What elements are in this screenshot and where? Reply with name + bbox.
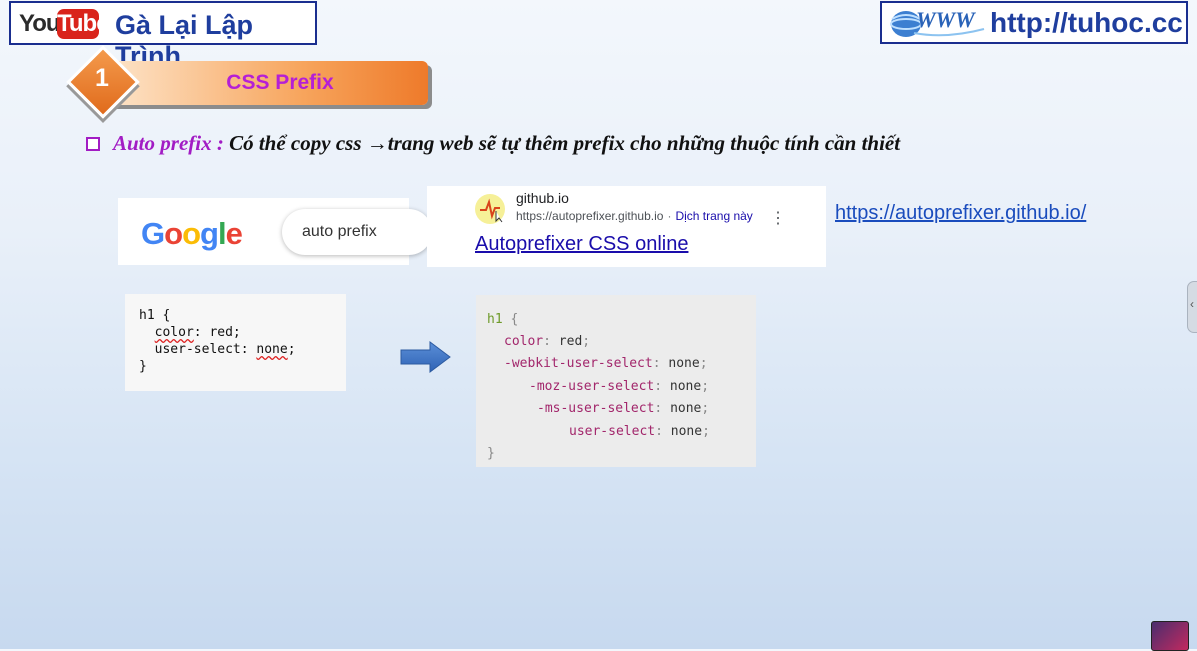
code-prop: color <box>504 334 544 349</box>
svg-text:WWW: WWW <box>916 7 976 32</box>
google-logo-letter: o <box>182 216 201 251</box>
bullet-text-part2: trang web sẽ tự thêm prefix cho những th… <box>387 131 901 155</box>
youtube-logo-tube: Tube <box>57 9 110 39</box>
code-value: none <box>256 342 288 357</box>
google-logo-letter: e <box>225 216 243 251</box>
code-prop: -moz-user-select <box>529 379 655 394</box>
google-logo-letter: G <box>141 216 165 251</box>
site-url: http://tuhoc.cc <box>990 7 1183 38</box>
code-close-brace: } <box>487 446 495 461</box>
arrow-right-icon <box>400 341 452 378</box>
code-prop: -webkit-user-select <box>504 356 653 371</box>
code-selector: h1 { <box>487 312 518 327</box>
code-value: none <box>668 356 700 371</box>
code-prop: user-select <box>569 424 656 439</box>
code-end: ; <box>287 342 296 357</box>
result-domain: github.io <box>516 190 569 206</box>
more-options-icon[interactable]: ⋮ <box>770 208 786 228</box>
code-line: color: red; <box>504 334 591 349</box>
result-separator: · <box>667 209 672 223</box>
chevron-left-icon: ‹ <box>1190 297 1194 311</box>
google-logo-letter: o <box>164 216 183 251</box>
search-query: auto prefix <box>302 223 377 240</box>
code-value: red <box>558 334 583 349</box>
result-title-link[interactable]: Autoprefixer CSS online <box>475 233 688 256</box>
code-prop: color <box>154 325 194 340</box>
code-line: user-select: none; <box>569 424 710 439</box>
output-css-code: h1 { color: red; -webkit-user-select: no… <box>476 295 756 467</box>
google-logo-letter: g <box>200 216 219 251</box>
code-rest: : red; <box>193 325 241 340</box>
code-open-brace: { <box>510 312 519 327</box>
bullet-checkbox-icon <box>86 137 100 151</box>
arrow-right-icon: → <box>366 131 388 155</box>
side-panel-handle[interactable]: ‹ <box>1187 281 1197 333</box>
code-value: none <box>670 424 703 439</box>
code-sep: : <box>240 342 257 357</box>
google-search-input[interactable]: auto prefix <box>282 209 432 255</box>
code-selector-name: h1 <box>487 312 503 327</box>
google-logo: Google <box>141 216 243 252</box>
code-line: -moz-user-select: none; <box>529 379 710 394</box>
result-url-text: https://autoprefixer.github.io <box>516 209 664 223</box>
google-logo-letter: l <box>217 216 227 251</box>
youtube-logo-you: You <box>19 10 61 37</box>
code-prop: user-select <box>154 342 241 357</box>
code-line: } <box>139 359 147 374</box>
bullet-text: Auto prefix : Có thể copy css →trang web… <box>113 131 900 156</box>
bullet-text-part1: Có thể copy css <box>223 131 367 155</box>
code-value: none <box>669 379 702 394</box>
code-prop: -ms-user-select <box>537 401 655 416</box>
bullet-keyword: Auto prefix : <box>113 131 224 155</box>
input-css-code: h1 { color: red; user-select: none; } <box>125 294 346 391</box>
google-search-screenshot: Google auto prefix <box>118 198 432 265</box>
section-title: CSS Prefix <box>226 71 334 94</box>
autoprefixer-favicon-icon <box>475 194 505 224</box>
code-line: -webkit-user-select: none; <box>504 356 708 371</box>
autoprefixer-link[interactable]: https://autoprefixer.github.io/ <box>835 202 1086 225</box>
translate-link[interactable]: Dịch trang này <box>675 209 752 223</box>
search-result: github.io https://autoprefixer.github.io… <box>427 186 826 267</box>
website-header: WWW http://tuhoc.cc <box>880 1 1188 44</box>
globe-www-icon: WWW <box>886 5 990 46</box>
result-url: https://autoprefixer.github.io · Dịch tran… <box>516 209 753 223</box>
youtube-channel-header: You Tube Gà Lại Lập Trình <box>9 1 317 71</box>
code-value: none <box>670 401 702 416</box>
code-line: -ms-user-select: none; <box>537 401 710 416</box>
code-line: h1 { <box>139 308 171 323</box>
presenter-avatar <box>1151 621 1189 651</box>
